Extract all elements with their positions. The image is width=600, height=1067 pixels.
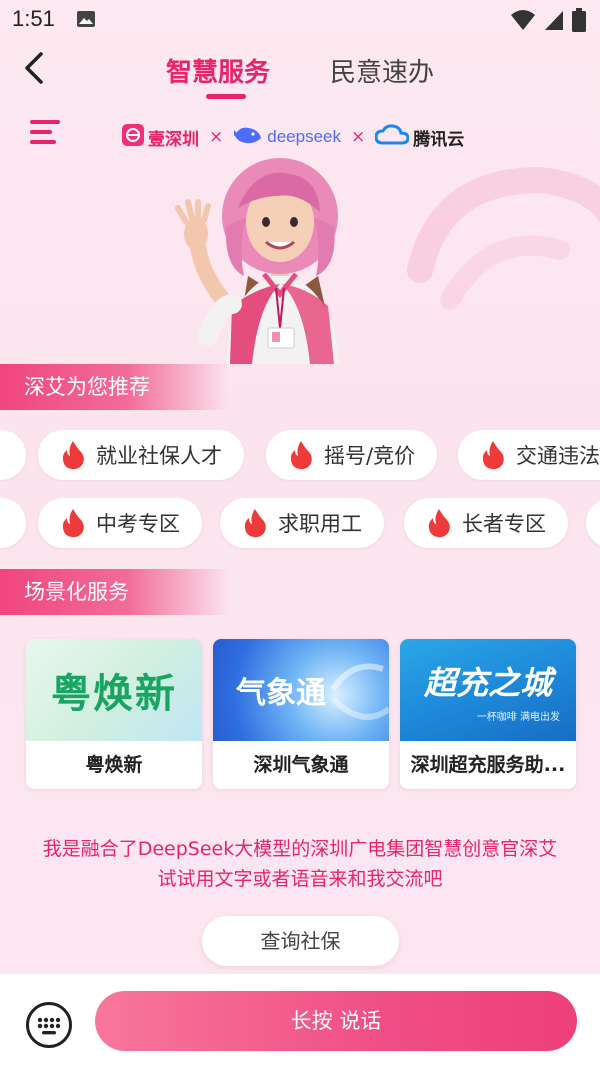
active-tab-indicator <box>206 94 246 99</box>
quick-query-social-security[interactable]: 查询社保 <box>202 916 399 966</box>
recommend-chip-partial[interactable] <box>0 430 26 480</box>
keyboard-icon <box>37 1017 61 1035</box>
recommend-chip-partial[interactable] <box>586 498 600 548</box>
scene-card-yue-huanxin[interactable]: 粤焕新 粤焕新 <box>26 639 202 789</box>
chip-label: 长者专区 <box>462 512 546 536</box>
yi-shenzhen-logo-icon <box>122 123 144 151</box>
recommend-chip-traffic[interactable]: 交通违法 <box>458 430 600 480</box>
assistant-intro: 我是融合了DeepSeek大模型的深圳广电集团智慧创意官深艾 试试用文字或者语音… <box>0 834 600 894</box>
recommend-row-1: 就业社保人才 摇号/竞价 交通违法 <box>0 430 600 482</box>
deepseek-whale-logo-icon <box>233 124 263 151</box>
signal-icon <box>544 9 564 35</box>
decorative-swirl <box>407 166 600 310</box>
tab-public-opinion[interactable]: 民意速办 <box>330 52 434 89</box>
assistant-avatar <box>175 158 340 364</box>
recommend-chip-lottery[interactable]: 摇号/竞价 <box>266 430 438 480</box>
card-label: 深圳超充服务助... <box>410 754 566 776</box>
recommend-row-2: 中考专区 求职用工 长者专区 <box>0 498 600 550</box>
scene-card-supercharge[interactable]: 超充之城 一杯咖啡 满电出发 深圳超充服务助... <box>400 639 576 789</box>
chip-label: 摇号/竞价 <box>324 444 416 468</box>
chip-label: 中考专区 <box>96 512 180 536</box>
recommend-section-title: 深艾为您推荐 <box>0 364 230 410</box>
fire-icon <box>290 441 312 470</box>
yue-huanxin-banner: 粤焕新 <box>26 639 202 741</box>
intro-line-2: 试试用文字或者语音来和我交流吧 <box>157 868 443 890</box>
fire-icon <box>428 509 450 538</box>
tab-smart-service[interactable]: 智慧服务 <box>166 52 270 89</box>
recommend-chip-zhongkao[interactable]: 中考专区 <box>38 498 202 548</box>
recommend-chip-employment[interactable]: 就业社保人才 <box>38 430 244 480</box>
brand-yi-shenzhen: 壹深圳 <box>122 123 199 151</box>
battery-icon <box>572 8 586 36</box>
status-bar: 1:51 <box>0 0 600 40</box>
chip-label: 求职用工 <box>278 512 362 536</box>
brand-separator: × <box>350 127 366 147</box>
banner-text: 气象通 <box>236 676 326 711</box>
wifi-icon <box>510 9 536 35</box>
keyboard-toggle-button[interactable] <box>26 1002 72 1048</box>
banner-subtext: 一杯咖啡 满电出发 <box>476 711 560 723</box>
recommend-chip-partial[interactable] <box>0 498 26 548</box>
brand-tencent-cloud: 腾讯云 <box>374 123 465 151</box>
scene-cards: 粤焕新 粤焕新 气象通 深圳气象通 超充之城 一杯咖啡 满电出发 深圳超充服务助… <box>26 639 576 789</box>
image-notification-icon <box>76 10 96 32</box>
fire-icon <box>244 509 266 538</box>
weather-banner: 气象通 <box>213 639 389 741</box>
bottom-input-bar: 长按 说话 <box>0 974 600 1067</box>
scene-card-weather[interactable]: 气象通 深圳气象通 <box>213 639 389 789</box>
brand-name-tencent-cloud: 腾讯云 <box>413 129 465 150</box>
partner-brands: 壹深圳 × deepseek × 腾讯云 <box>122 122 464 152</box>
back-button[interactable] <box>14 50 54 90</box>
fire-icon <box>62 441 84 470</box>
chip-label: 交通违法 <box>516 444 600 468</box>
tencent-cloud-logo-icon <box>374 123 410 151</box>
brand-separator: × <box>209 127 224 147</box>
menu-button[interactable] <box>30 120 64 144</box>
chevron-left-icon <box>23 51 45 89</box>
brand-name-yi-shenzhen: 壹深圳 <box>148 129 199 150</box>
recommend-chip-jobs[interactable]: 求职用工 <box>220 498 384 548</box>
chip-label: 就业社保人才 <box>96 444 222 468</box>
recommend-chip-elderly[interactable]: 长者专区 <box>404 498 568 548</box>
banner-text: 粤焕新 <box>51 671 177 717</box>
supercharge-banner: 超充之城 一杯咖啡 满电出发 <box>400 639 576 741</box>
brand-deepseek: deepseek <box>233 124 341 151</box>
card-label: 粤焕新 <box>85 754 143 776</box>
card-label: 深圳气象通 <box>253 754 349 776</box>
header: 智慧服务 民意速办 <box>0 40 600 104</box>
hold-to-talk-button[interactable]: 长按 说话 <box>95 991 577 1051</box>
brand-name-deepseek: deepseek <box>267 127 341 146</box>
fire-icon <box>482 441 504 470</box>
scene-section-title: 场景化服务 <box>0 569 230 615</box>
fire-icon <box>62 509 84 538</box>
banner-text: 超充之城 <box>423 663 552 702</box>
status-time: 1:51 <box>12 6 55 31</box>
intro-line-1: 我是融合了DeepSeek大模型的深圳广电集团智慧创意官深艾 <box>42 838 558 860</box>
